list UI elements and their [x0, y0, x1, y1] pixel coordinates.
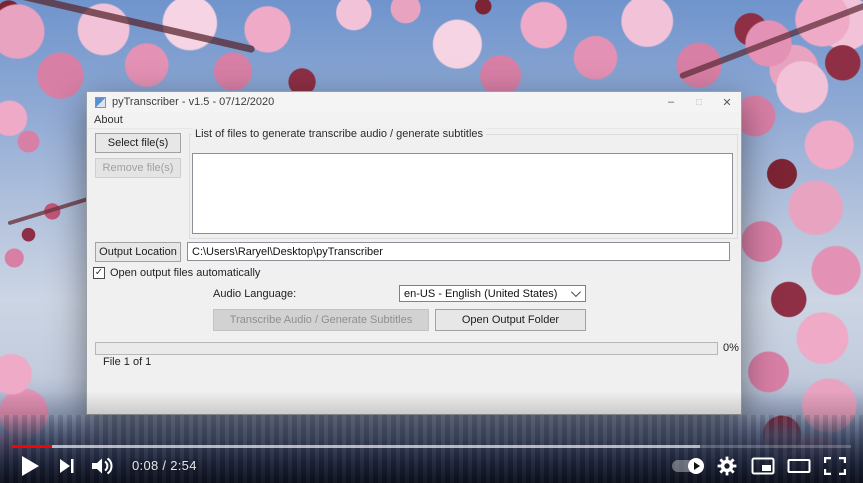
- autoplay-play-icon: [694, 462, 700, 470]
- time-display: 0:08 / 2:54: [132, 458, 197, 473]
- audio-language-value: en-US - English (United States): [404, 288, 571, 300]
- miniplayer-button[interactable]: [745, 448, 781, 483]
- autoplay-track: [672, 460, 702, 472]
- pytranscriber-window: pyTranscriber - v1.5 - 07/12/2020 – □ ✕ …: [86, 91, 742, 415]
- branch: [0, 0, 255, 53]
- minimize-icon: –: [668, 96, 674, 108]
- theater-icon: [787, 457, 811, 475]
- progress-percent: 0%: [723, 342, 739, 354]
- open-output-checkbox[interactable]: ✓: [93, 267, 105, 279]
- autoplay-toggle[interactable]: [665, 448, 709, 483]
- transcription-progress-bar: [95, 342, 718, 355]
- close-icon: ✕: [722, 96, 731, 109]
- cherry-blossom-right: [728, 0, 863, 483]
- theater-mode-button[interactable]: [781, 448, 817, 483]
- player-controls: 0:08 / 2:54: [0, 448, 863, 483]
- play-button[interactable]: [10, 448, 50, 483]
- miniplayer-icon: [751, 457, 775, 475]
- branch: [7, 195, 96, 226]
- minimize-button[interactable]: –: [657, 92, 685, 112]
- chevron-down-icon: [571, 287, 581, 297]
- autoplay-knob: [688, 458, 704, 474]
- window-title: pyTranscriber - v1.5 - 07/12/2020: [112, 96, 274, 108]
- next-icon: [59, 458, 75, 474]
- volume-icon: [92, 457, 116, 475]
- output-path-field[interactable]: [187, 242, 730, 261]
- remove-files-button[interactable]: Remove file(s): [95, 158, 181, 178]
- file-counter: File 1 of 1: [103, 356, 151, 368]
- open-output-checkbox-label: Open output files automatically: [110, 267, 260, 279]
- check-icon: ✓: [95, 268, 103, 278]
- maximize-button[interactable]: □: [685, 92, 713, 112]
- select-files-button[interactable]: Select file(s): [95, 133, 181, 153]
- next-button[interactable]: [50, 448, 84, 483]
- maximize-icon: □: [696, 97, 702, 108]
- output-location-button[interactable]: Output Location: [95, 242, 181, 262]
- close-button[interactable]: ✕: [713, 92, 741, 112]
- open-output-folder-button[interactable]: Open Output Folder: [435, 309, 586, 331]
- video-player[interactable]: pyTranscriber - v1.5 - 07/12/2020 – □ ✕ …: [0, 0, 863, 483]
- audio-language-label: Audio Language:: [213, 288, 296, 300]
- file-listbox[interactable]: [192, 153, 733, 234]
- fullscreen-button[interactable]: [817, 448, 853, 483]
- file-list-label: List of files to generate transcribe aud…: [192, 128, 486, 140]
- cherry-blossom-top: [0, 0, 863, 105]
- menu-bar: About: [87, 112, 741, 129]
- app-icon: [95, 97, 106, 108]
- transcribe-button[interactable]: Transcribe Audio / Generate Subtitles: [213, 309, 429, 331]
- settings-button[interactable]: [709, 448, 745, 483]
- play-icon: [21, 456, 39, 476]
- gear-icon: [717, 456, 737, 476]
- branch: [679, 0, 863, 79]
- fullscreen-icon: [824, 457, 846, 475]
- cherry-blossom-left: [0, 95, 95, 483]
- audio-language-select[interactable]: en-US - English (United States): [399, 285, 586, 302]
- menu-about[interactable]: About: [87, 114, 130, 126]
- window-titlebar[interactable]: pyTranscriber - v1.5 - 07/12/2020 – □ ✕: [87, 92, 741, 112]
- volume-button[interactable]: [84, 448, 124, 483]
